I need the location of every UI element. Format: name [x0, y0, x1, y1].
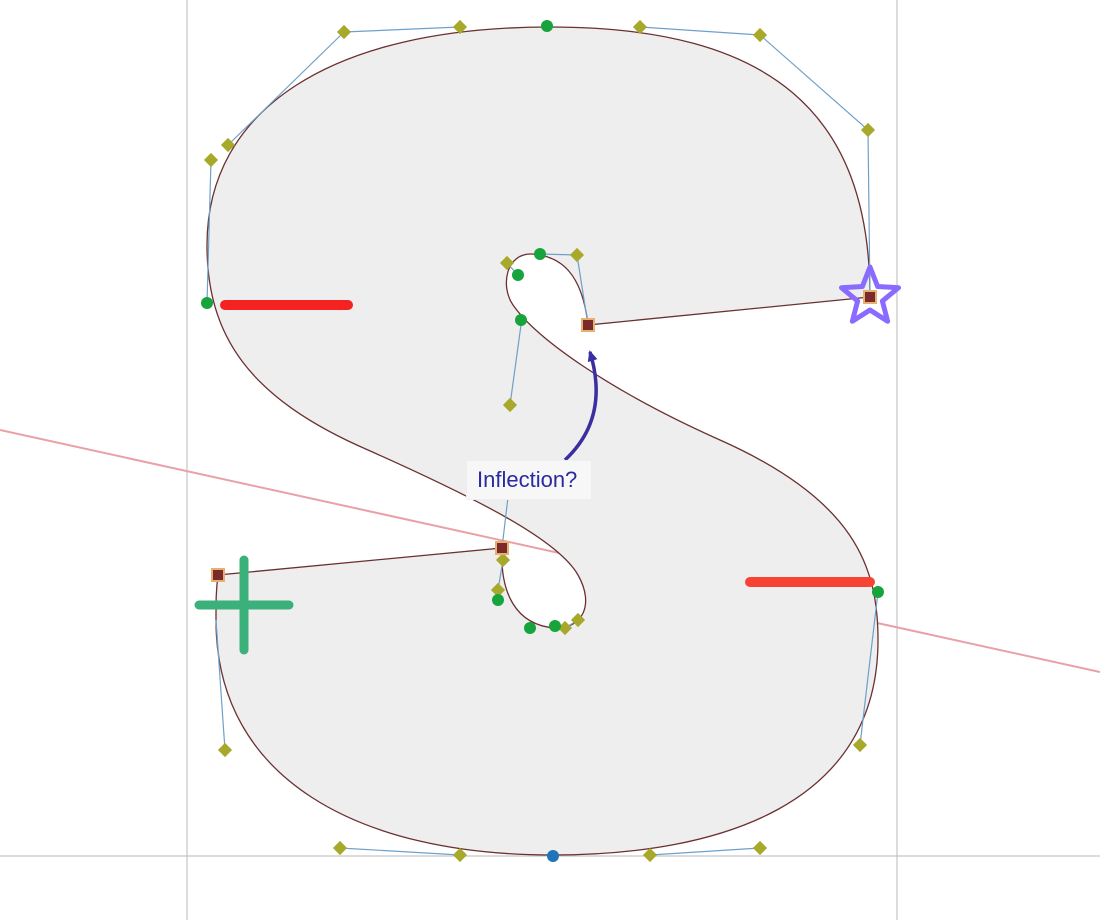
- smooth-node[interactable]: [541, 20, 553, 32]
- offcurve-handle[interactable]: [453, 848, 467, 862]
- smooth-node[interactable]: [524, 622, 536, 634]
- smooth-node[interactable]: [872, 586, 884, 598]
- offcurve-handle[interactable]: [753, 841, 767, 855]
- inflection-label: Inflection?: [466, 460, 592, 500]
- smooth-node[interactable]: [512, 269, 524, 281]
- smooth-node[interactable]: [515, 314, 527, 326]
- corner-node[interactable]: [582, 319, 594, 331]
- glyph-outline[interactable]: [207, 27, 878, 855]
- offcurve-handle[interactable]: [643, 848, 657, 862]
- smooth-node[interactable]: [492, 594, 504, 606]
- bezier-handle[interactable]: [344, 27, 460, 32]
- offcurve-handle[interactable]: [853, 738, 867, 752]
- start-node[interactable]: [547, 850, 559, 862]
- corner-node[interactable]: [496, 542, 508, 554]
- corner-node[interactable]: [864, 291, 876, 303]
- smooth-node[interactable]: [201, 297, 213, 309]
- offcurve-handle[interactable]: [218, 743, 232, 757]
- smooth-node[interactable]: [534, 248, 546, 260]
- corner-node[interactable]: [212, 569, 224, 581]
- smooth-node[interactable]: [549, 620, 561, 632]
- bezier-handle[interactable]: [650, 848, 760, 855]
- offcurve-handle[interactable]: [333, 841, 347, 855]
- bezier-handle[interactable]: [340, 848, 460, 855]
- offcurve-handle[interactable]: [204, 153, 218, 167]
- bezier-handle[interactable]: [640, 27, 760, 35]
